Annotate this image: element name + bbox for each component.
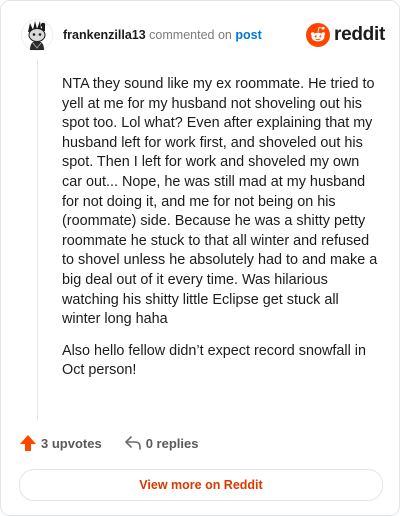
reply-arrow-icon: [124, 436, 141, 450]
view-more-button[interactable]: View more on Reddit: [19, 469, 383, 501]
comment-meta: frankenzilla13 commented on post: [63, 27, 262, 43]
replies-button[interactable]: 0 replies: [124, 434, 199, 452]
comment-actions: 3 upvotes 0 replies: [19, 431, 198, 455]
replies-label: 0 replies: [145, 435, 199, 451]
username-link[interactable]: frankenzilla13: [63, 28, 146, 42]
reddit-snoo-icon: [306, 23, 331, 47]
upvotes-button[interactable]: 3 upvotes: [19, 434, 102, 452]
upvotes-label: 3 upvotes: [41, 435, 102, 451]
comment-header: frankenzilla13 commented on post reddit: [21, 17, 385, 53]
thread-line: [37, 59, 38, 421]
embedded-comment-card: frankenzilla13 commented on post reddit …: [0, 0, 400, 516]
avatar[interactable]: [21, 19, 53, 51]
avatar-snoo-icon: [21, 19, 53, 51]
reddit-brand[interactable]: reddit: [306, 23, 385, 47]
brand-name: reddit: [334, 24, 385, 45]
comment-paragraph: Also hello fellow didn’t expect record s…: [62, 342, 366, 379]
post-link[interactable]: post: [235, 28, 261, 42]
upvote-arrow-icon: [20, 435, 36, 451]
commented-on-text: commented on: [149, 28, 232, 42]
comment-body: NTA they sound like my ex roommate. He t…: [62, 75, 378, 393]
comment-paragraph: NTA they sound like my ex roommate. He t…: [62, 76, 378, 328]
